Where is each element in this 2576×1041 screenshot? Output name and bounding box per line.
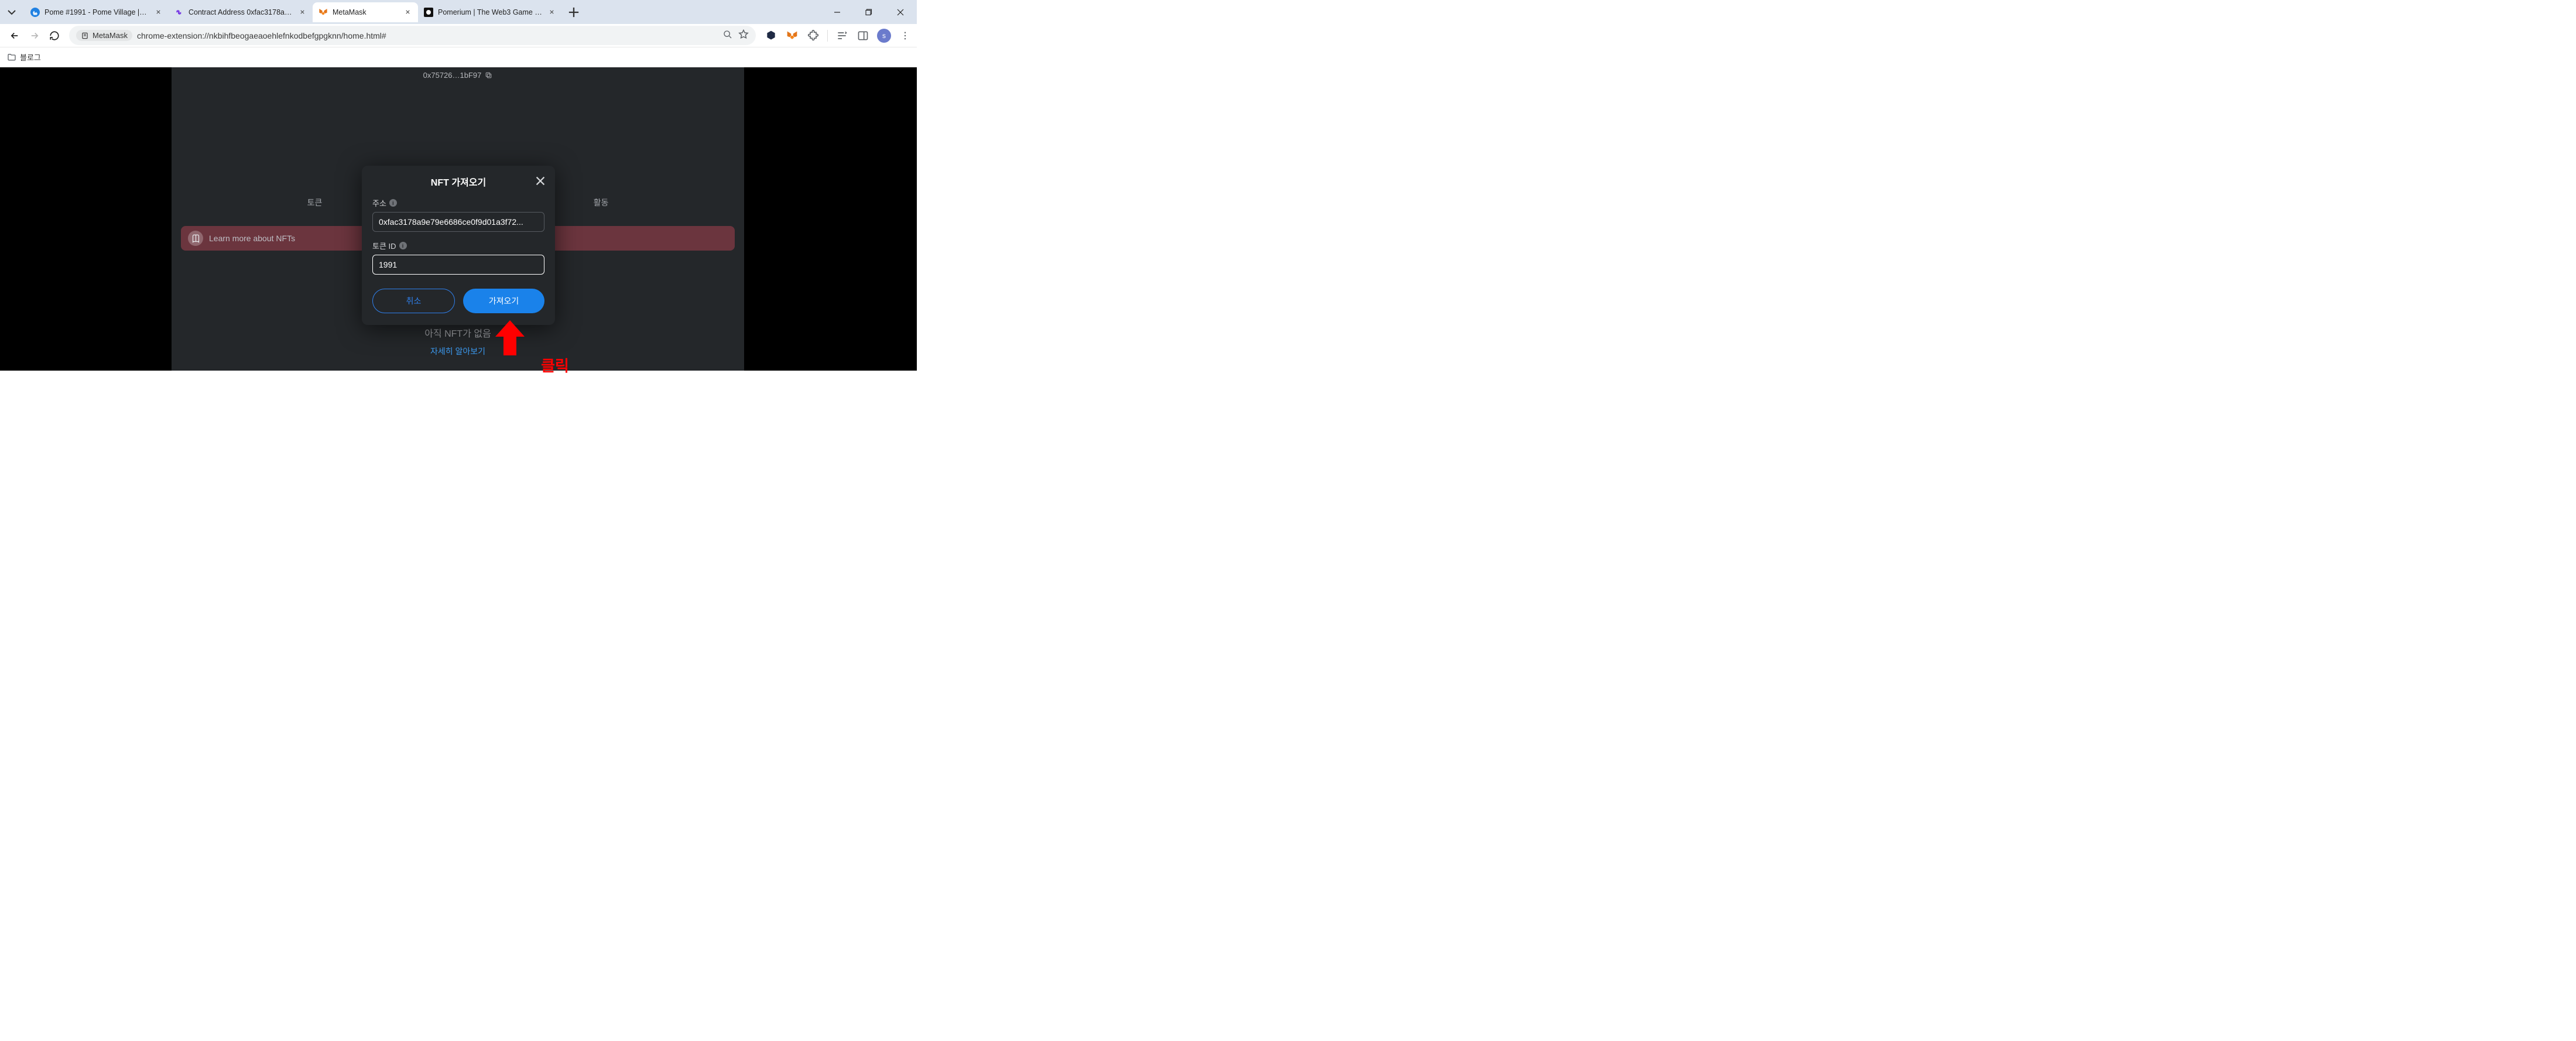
book-icon bbox=[188, 231, 203, 246]
page-content: 0x75726…1bF97 토큰 활동 Learn more about NFT… bbox=[0, 67, 917, 371]
address-field-group: 주소 i bbox=[362, 197, 555, 232]
tokenid-field-group: 토큰 ID i bbox=[362, 240, 555, 275]
maximize-button[interactable] bbox=[856, 4, 882, 21]
info-icon[interactable]: i bbox=[399, 242, 407, 249]
nft-placeholder-title: 아직 NFT가 없음 bbox=[424, 326, 491, 340]
polygonscan-icon bbox=[174, 8, 184, 17]
minimize-button[interactable] bbox=[824, 4, 850, 21]
bookmark-star-icon[interactable] bbox=[738, 29, 749, 42]
site-chip-label: MetaMask bbox=[93, 31, 128, 40]
bookmark-label[interactable]: 블로그 bbox=[20, 52, 41, 63]
address-label-text: 주소 bbox=[372, 197, 386, 208]
address-bar-url: chrome-extension://nkbihfbeogaeaoehlefnk… bbox=[137, 31, 723, 40]
pomerium-icon bbox=[424, 8, 433, 17]
close-window-button[interactable] bbox=[888, 4, 913, 21]
media-controls-icon[interactable] bbox=[835, 29, 849, 43]
browser-tab-title: Pome #1991 - Pome Village | C... bbox=[44, 8, 149, 16]
wallet-address-text: 0x75726…1bF97 bbox=[423, 71, 482, 80]
nft-banner-text: Learn more about NFTs bbox=[209, 234, 295, 243]
browser-tab-title: Pomerium | The Web3 Game P... bbox=[438, 8, 542, 16]
tab-search-caret[interactable] bbox=[5, 5, 19, 19]
nft-placeholder-link[interactable]: 자세히 알아보기 bbox=[430, 345, 485, 357]
zoom-icon[interactable] bbox=[723, 30, 732, 41]
extension-hexagon-icon[interactable] bbox=[764, 29, 778, 43]
browser-tab-pome[interactable]: Pome #1991 - Pome Village | C... bbox=[25, 2, 169, 22]
metamask-icon bbox=[318, 8, 328, 17]
back-button[interactable] bbox=[5, 26, 25, 46]
profile-initial: s bbox=[882, 32, 886, 40]
window-controls bbox=[824, 4, 913, 21]
nft-import-modal: NFT 가져오기 주소 i 토큰 ID i 취소 가져오기 bbox=[362, 166, 555, 325]
modal-header: NFT 가져오기 bbox=[362, 166, 555, 197]
modal-actions: 취소 가져오기 bbox=[362, 283, 555, 313]
tab-close-icon[interactable] bbox=[403, 8, 412, 17]
tokenid-input[interactable] bbox=[372, 255, 544, 275]
browser-tabstrip: Pome #1991 - Pome Village | C... Contrac… bbox=[0, 0, 917, 24]
tokenid-label: 토큰 ID i bbox=[372, 240, 544, 251]
folder-icon bbox=[7, 53, 16, 62]
browser-tab-title: Contract Address 0xfac3178a9... bbox=[189, 8, 293, 16]
browser-tab-metamask[interactable]: MetaMask bbox=[313, 2, 418, 22]
profile-avatar[interactable]: s bbox=[877, 29, 891, 43]
new-tab-button[interactable] bbox=[566, 4, 582, 20]
tab-close-icon[interactable] bbox=[153, 8, 163, 17]
tab-close-icon[interactable] bbox=[547, 8, 556, 17]
bookmark-bar: 블로그 bbox=[0, 47, 917, 67]
side-panel-icon[interactable] bbox=[856, 29, 870, 43]
modal-title: NFT 가져오기 bbox=[431, 174, 486, 189]
tab-close-icon[interactable] bbox=[297, 8, 307, 17]
forward-button[interactable] bbox=[25, 26, 44, 46]
browser-tab-pomerium[interactable]: Pomerium | The Web3 Game P... bbox=[418, 2, 562, 22]
opensea-icon bbox=[30, 8, 40, 17]
extension-icons: s bbox=[764, 29, 912, 43]
reload-button[interactable] bbox=[44, 26, 64, 46]
tokenid-label-text: 토큰 ID bbox=[372, 240, 396, 251]
menu-kebab-icon[interactable] bbox=[898, 29, 912, 43]
wallet-address[interactable]: 0x75726…1bF97 bbox=[172, 71, 744, 80]
cancel-button[interactable]: 취소 bbox=[372, 289, 455, 313]
extensions-puzzle-icon[interactable] bbox=[806, 29, 820, 43]
import-button[interactable]: 가져오기 bbox=[463, 289, 544, 313]
address-input[interactable] bbox=[372, 212, 544, 232]
info-icon[interactable]: i bbox=[389, 199, 397, 207]
site-chip[interactable]: MetaMask bbox=[76, 30, 132, 41]
address-label: 주소 i bbox=[372, 197, 544, 208]
copy-icon[interactable] bbox=[485, 71, 492, 79]
browser-tab-contract[interactable]: Contract Address 0xfac3178a9... bbox=[169, 2, 313, 22]
metamask-extension-icon[interactable] bbox=[785, 29, 799, 43]
browser-toolbar: MetaMask chrome-extension://nkbihfbeogae… bbox=[0, 24, 917, 47]
modal-close-button[interactable] bbox=[534, 174, 547, 187]
browser-tab-title: MetaMask bbox=[333, 8, 398, 16]
address-bar[interactable]: MetaMask chrome-extension://nkbihfbeogae… bbox=[69, 26, 756, 45]
